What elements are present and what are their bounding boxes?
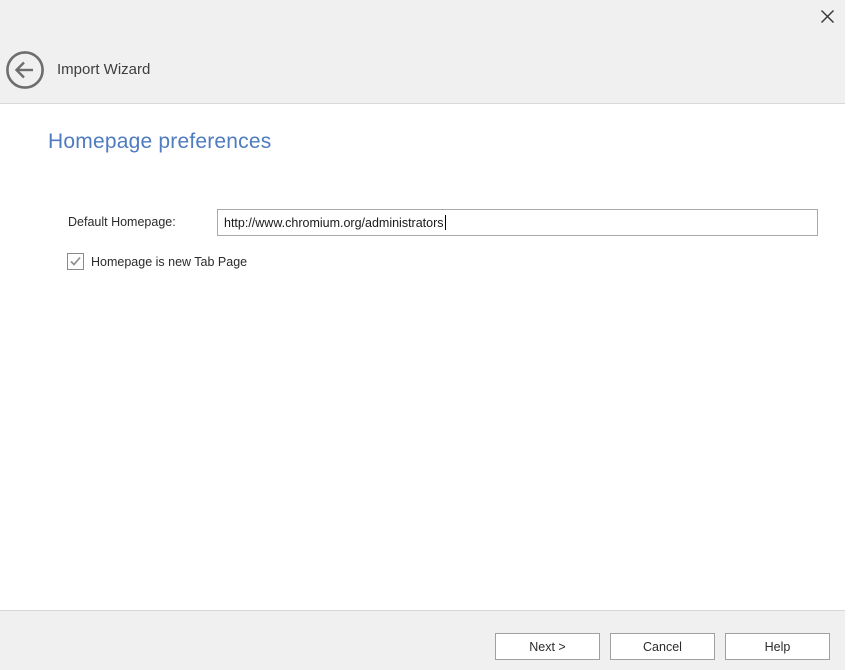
- next-button[interactable]: Next >: [495, 633, 600, 660]
- default-homepage-label: Default Homepage:: [68, 215, 176, 229]
- close-icon: [820, 9, 835, 24]
- new-tab-checkbox[interactable]: [67, 253, 84, 270]
- screenshot-canvas: Import Wizard Homepage preferences Defau…: [0, 0, 857, 670]
- window-title: Import Wizard: [57, 61, 150, 79]
- help-button[interactable]: Help: [725, 633, 830, 660]
- close-button[interactable]: [817, 6, 837, 26]
- dialog-header: Import Wizard: [0, 0, 845, 104]
- page-title: Homepage preferences: [48, 130, 271, 154]
- back-button[interactable]: [5, 50, 45, 90]
- cancel-button[interactable]: Cancel: [610, 633, 715, 660]
- checkmark-icon: [69, 255, 82, 268]
- default-homepage-value: http://www.chromium.org/administrators: [224, 216, 444, 230]
- back-icon: [5, 50, 45, 90]
- import-wizard-dialog: Import Wizard Homepage preferences Defau…: [0, 0, 845, 670]
- text-caret: [445, 215, 446, 230]
- dialog-footer: Next > Cancel Help: [0, 610, 845, 670]
- default-homepage-input[interactable]: http://www.chromium.org/administrators: [217, 209, 818, 236]
- new-tab-checkbox-label: Homepage is new Tab Page: [91, 255, 247, 269]
